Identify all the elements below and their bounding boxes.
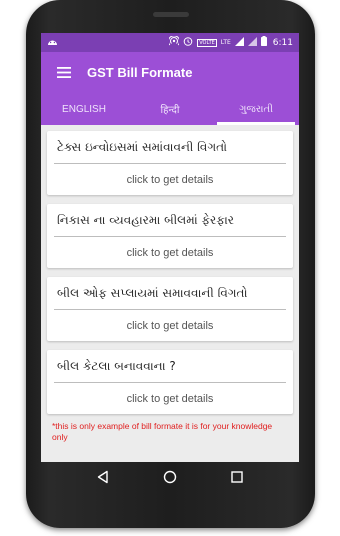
card-title: ટેક્સ ઇન્વોઇસમાં સમાંવાવની વિગતો (54, 131, 286, 164)
language-tabs: ENGLISH हिन्दी ગુજરાતી (41, 93, 299, 125)
android-notification-icon (47, 37, 58, 49)
signal-icon (234, 36, 244, 49)
phone-speaker (153, 12, 189, 17)
list-item[interactable]: નિકાસ ના વ્યવહારમા બીલમાં ફેરફાર click t… (47, 204, 293, 268)
app-bar: GST Bill Formate (41, 52, 299, 93)
alarm-icon (183, 36, 193, 49)
details-button[interactable]: click to get details (54, 164, 286, 195)
list-item[interactable]: બીલ કેટલા બનાવવાના ? click to get detail… (47, 350, 293, 414)
tab-gujarati[interactable]: ગુજરાતી (213, 93, 299, 125)
tab-english[interactable]: ENGLISH (41, 93, 127, 125)
hamburger-menu-icon[interactable] (41, 67, 87, 78)
card-title: નિકાસ ના વ્યવહારમા બીલમાં ફેરફાર (54, 204, 286, 237)
status-time: 6:11 (272, 37, 293, 48)
recents-icon[interactable] (225, 465, 249, 489)
card-title: બીલ કેટલા બનાવવાના ? (54, 350, 286, 383)
app-title: GST Bill Formate (87, 65, 193, 80)
battery-icon (260, 36, 267, 49)
home-icon[interactable] (158, 465, 182, 489)
hotspot-icon (168, 35, 181, 49)
details-button[interactable]: click to get details (54, 237, 286, 268)
card-list: ટેક્સ ઇન્વોઇસમાં સમાંવાવની વિગતો click t… (41, 125, 299, 443)
screen: VOLTE LTE 6:11 GST Bill Formate ENGLISH … (41, 33, 299, 462)
card-title: બીલ ઓફ સપ્લાયમાં સમાવવાની વિગતો (54, 277, 286, 310)
disclaimer-note: *this is only example of bill formate it… (52, 421, 273, 442)
signal-icon (247, 36, 257, 49)
tab-hindi[interactable]: हिन्दी (127, 93, 213, 125)
details-button[interactable]: click to get details (54, 310, 286, 341)
status-bar: VOLTE LTE 6:11 (41, 33, 299, 52)
list-item[interactable]: ટેક્સ ઇન્વોઇસમાં સમાંવાવની વિગતો click t… (47, 131, 293, 195)
system-nav-bar (41, 462, 299, 492)
volte-badge: VOLTE (197, 38, 217, 47)
details-button[interactable]: click to get details (54, 383, 286, 414)
lte-label: LTE (220, 39, 231, 46)
back-icon[interactable] (91, 465, 115, 489)
list-item[interactable]: બીલ ઓફ સપ્લાયમાં સમાવવાની વિગતો click to… (47, 277, 293, 341)
